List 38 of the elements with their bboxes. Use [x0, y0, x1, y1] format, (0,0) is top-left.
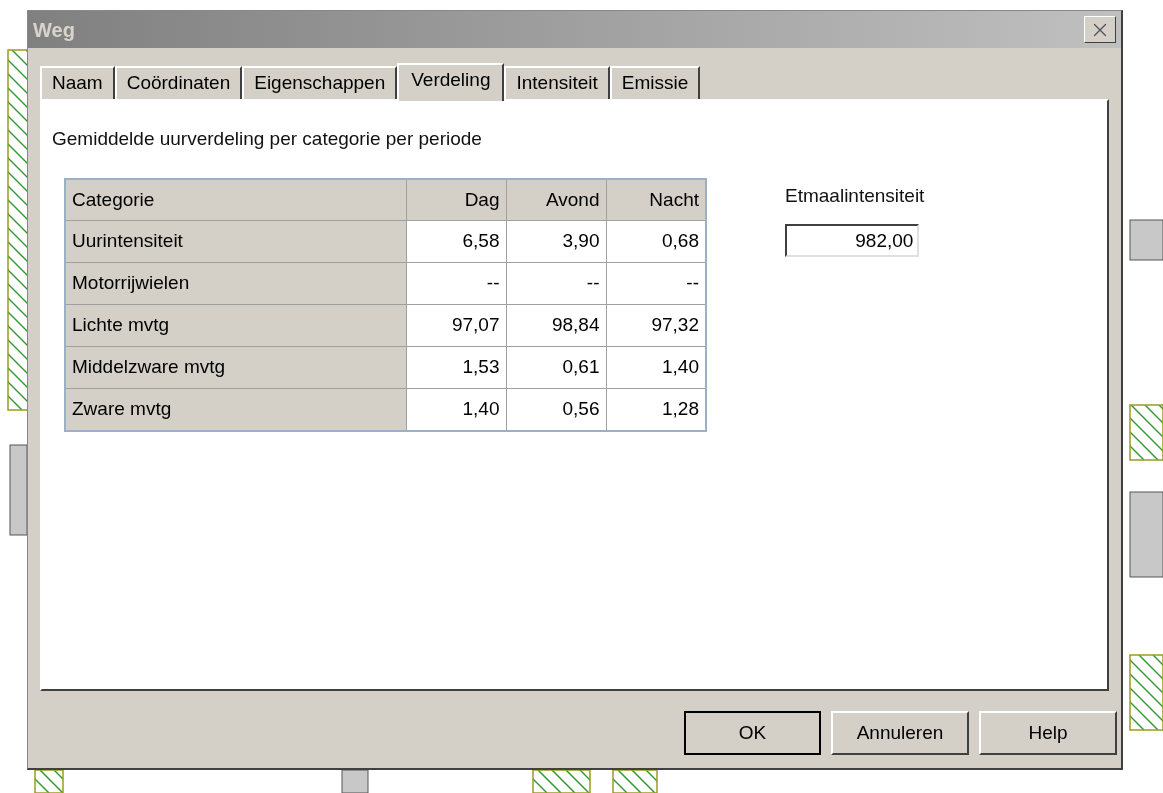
table-cell: Motorrijwielen	[65, 262, 406, 305]
table-cell: 0,68	[606, 220, 706, 263]
tab[interactable]: Verdeling	[397, 63, 505, 101]
table-cell: Zware mvtg	[65, 388, 406, 431]
table-cell: 1,28	[606, 388, 706, 431]
etmaal-label: Etmaalintensiteit	[785, 183, 925, 208]
table-cell: Middelzware mvtg	[65, 346, 406, 389]
column-header: Categorie	[65, 178, 406, 221]
table-cell: 1,40	[406, 388, 506, 431]
close-button[interactable]	[1084, 16, 1116, 43]
tab[interactable]: Emissie	[609, 66, 701, 99]
table-cell: 6,58	[406, 220, 506, 263]
tab[interactable]: Naam	[40, 66, 115, 99]
table-cell: 0,56	[506, 388, 606, 431]
window-title: Weg	[33, 17, 75, 43]
table-cell: --	[406, 262, 506, 305]
table-cell: 98,84	[506, 304, 606, 347]
table-cell: Lichte mvtg	[65, 304, 406, 347]
tab[interactable]: Eigenschappen	[242, 66, 398, 99]
table-cell: 97,32	[606, 304, 706, 347]
table-cell: 1,40	[606, 346, 706, 389]
etmaal-field[interactable]: 982,00	[785, 224, 920, 257]
table-cell: --	[606, 262, 706, 305]
description: Gemiddelde uurverdeling per categorie per periode	[52, 127, 483, 151]
dialog-button[interactable]: Annuleren	[831, 711, 969, 755]
table-cell: 97,07	[406, 304, 506, 347]
table-cell: 1,53	[406, 346, 506, 389]
dialog-button[interactable]: OK	[684, 711, 821, 755]
tab[interactable]: Coördinaten	[114, 66, 243, 99]
column-header: Dag	[406, 178, 506, 221]
table-cell: 0,61	[506, 346, 606, 389]
column-header: Nacht	[606, 178, 706, 221]
dialog-button[interactable]: Help	[979, 711, 1117, 755]
column-header: Avond	[506, 178, 606, 221]
table-cell: --	[506, 262, 606, 305]
table-cell: 3,90	[506, 220, 606, 263]
tab[interactable]: Intensiteit	[504, 66, 610, 99]
table-cell: Uurintensiteit	[65, 220, 406, 263]
